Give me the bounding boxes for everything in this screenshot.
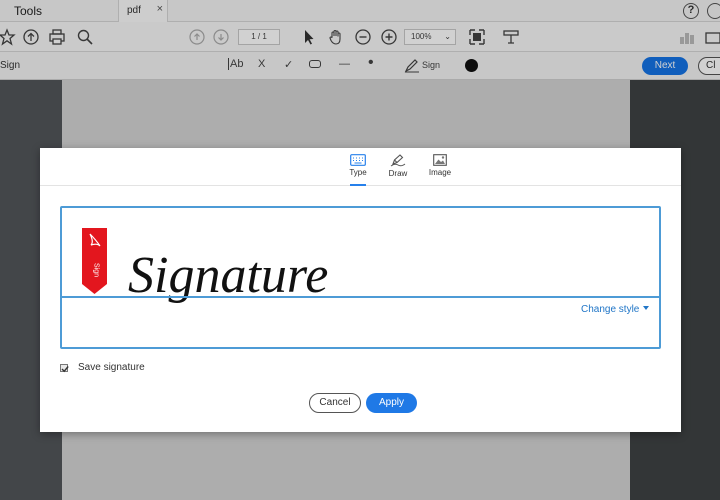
- signature-dialog: Type Draw Image Sign Signature Change st…: [40, 148, 681, 432]
- apply-button[interactable]: Apply: [366, 393, 417, 413]
- pen-icon: [390, 154, 406, 167]
- signature-field[interactable]: Sign Signature Change style: [60, 206, 661, 349]
- change-style-label: Change style: [581, 304, 640, 315]
- change-style-dropdown[interactable]: Change style: [581, 304, 650, 315]
- signature-preview: Signature: [128, 247, 328, 304]
- sign-here-flag-icon: Sign: [82, 228, 107, 294]
- signature-baseline: [62, 296, 659, 298]
- chevron-down-icon: [643, 306, 650, 310]
- image-icon: [433, 154, 447, 166]
- sign-flag-label: Sign: [93, 263, 100, 277]
- signature-mode-tabs: Type Draw Image: [40, 148, 681, 186]
- checkmark-icon: [61, 366, 69, 373]
- tab-type[interactable]: Type: [338, 154, 378, 186]
- cancel-button[interactable]: Cancel: [309, 393, 361, 413]
- save-signature-label: Save signature: [78, 362, 145, 373]
- tab-draw[interactable]: Draw: [378, 154, 418, 186]
- tab-type-label: Type: [349, 168, 367, 177]
- keyboard-icon: [350, 154, 366, 166]
- save-signature-checkbox[interactable]: [60, 364, 69, 373]
- tab-draw-label: Draw: [388, 169, 408, 178]
- tab-image-label: Image: [428, 168, 452, 177]
- tab-image[interactable]: Image: [420, 154, 460, 186]
